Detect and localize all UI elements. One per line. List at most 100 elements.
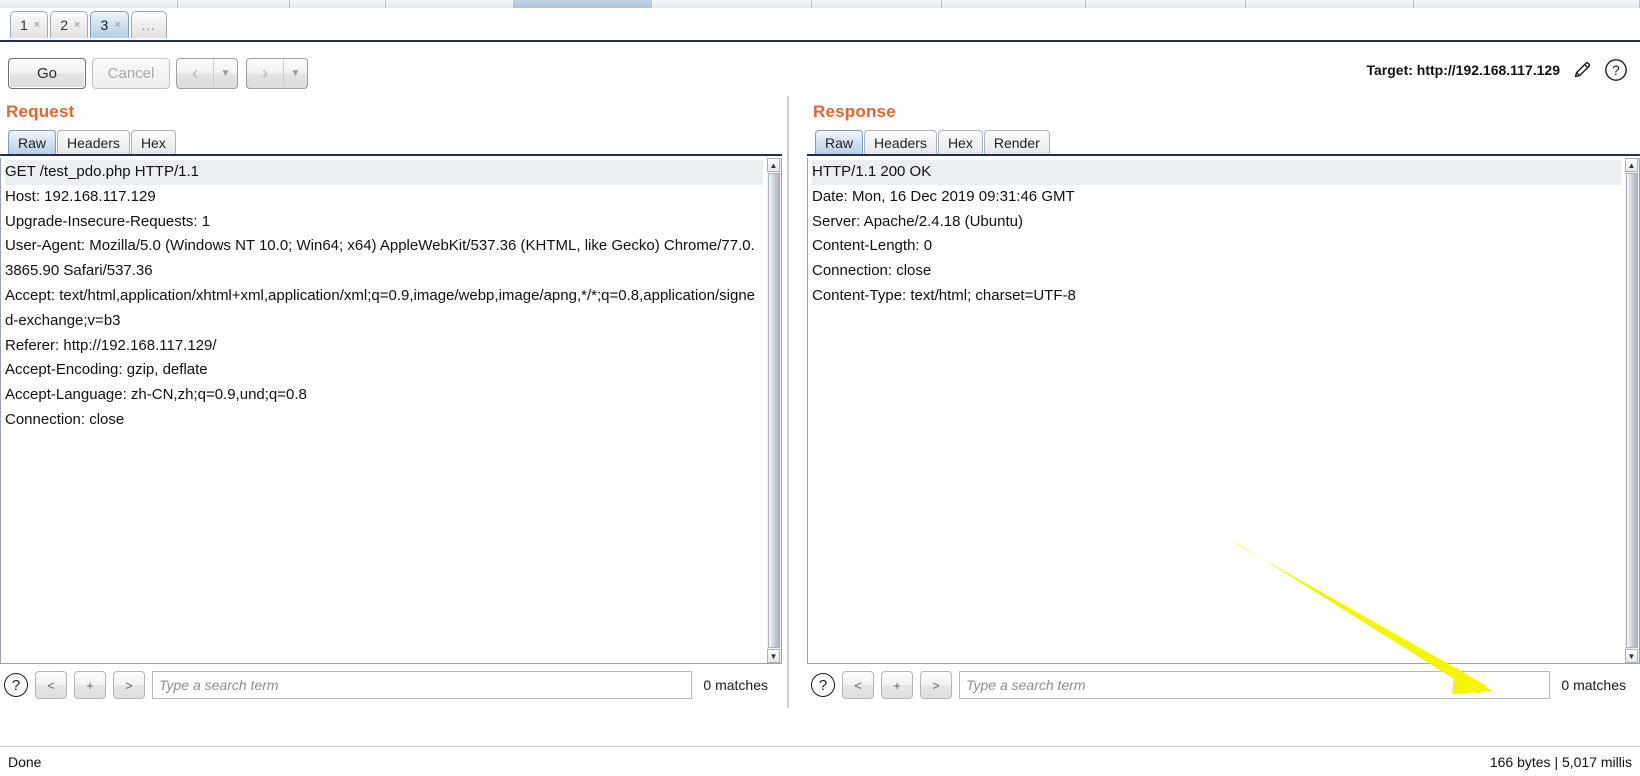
request-editor[interactable]: GET /test_pdo.php HTTP/1.1 Host: 192.168.… [0,158,768,664]
close-icon[interactable]: × [74,19,80,31]
scroll-up-icon[interactable]: ▲ [767,158,780,172]
main-tab-stub[interactable] [1414,0,1640,8]
main-tab-stub[interactable] [652,0,812,8]
repeater-toolbar: Go Cancel ‹ ▼ › ▼ Target: http://192.168… [0,44,1640,96]
response-tab-render[interactable]: Render [983,130,1050,155]
response-editor[interactable]: HTTP/1.1 200 OK Date: Mon, 16 Dec 2019 09… [807,158,1626,664]
scroll-down-icon[interactable]: ▼ [767,649,780,663]
main-tab-stub[interactable] [290,0,386,8]
request-editor-text[interactable]: GET /test_pdo.php HTTP/1.1 Host: 192.168.… [1,158,767,663]
request-pane: Request Raw Headers Hex GET /test_pdo.php … [0,96,782,708]
scroll-up-icon-2[interactable]: ▲ [1625,158,1638,172]
forward-button[interactable]: › ▼ [246,58,308,89]
response-tab-headers[interactable]: Headers [864,130,937,155]
request-scroll-thumb[interactable] [768,173,780,648]
scroll-down-icon-2[interactable]: ▼ [1625,649,1638,663]
request-tab-label: Headers [67,135,120,151]
response-find-matches: 0 matches [1561,677,1626,693]
response-pane: Response Raw Headers Hex Render HTTP/1.1 20… [795,96,1640,708]
response-find-bar: ? < + > 0 matches [811,670,1626,700]
response-tab-label: Raw [825,135,854,151]
main-tab-stub[interactable] [1086,0,1246,8]
request-find-next-button[interactable]: > [113,671,145,699]
request-find-add-button[interactable]: + [74,671,106,699]
request-tab-headers[interactable]: Headers [57,130,130,155]
response-tab-label: Render [993,135,1040,151]
response-line: Server: Apache/2.4.18 (Ubuntu) [812,212,1023,230]
response-editor-text[interactable]: HTTP/1.1 200 OK Date: Mon, 16 Dec 2019 09… [808,158,1625,663]
request-line: Accept: text/html,application/xhtml+xml,… [5,286,756,329]
request-find-matches: 0 matches [703,677,768,693]
response-metrics: 166 bytes | 5,017 millis [1489,753,1632,770]
request-find-bar: ? < + > 0 matches [4,670,768,700]
cancel-button[interactable]: Cancel [92,58,170,89]
request-line: GET /test_pdo.php HTTP/1.1 [5,160,763,185]
repeater-tab-label: 1 [20,17,28,33]
response-tab-hex[interactable]: Hex [937,130,983,155]
request-line: Connection: close [5,410,125,428]
response-pane-title: Response [813,102,896,121]
repeater-tab-overflow[interactable]: ... [130,11,167,38]
main-tab-stub[interactable] [514,0,652,8]
request-find-help-icon[interactable]: ? [4,673,28,697]
response-subtab-underline [807,154,1640,156]
pencil-icon[interactable] [1570,58,1594,82]
response-find-prev-button[interactable]: < [842,671,874,699]
main-tab-stub[interactable] [1246,0,1414,8]
response-line: Date: Mon, 16 Dec 2019 09:31:46 GMT [812,187,1075,205]
response-tab-raw[interactable]: Raw [815,130,864,155]
go-button-label: Go [36,65,57,82]
request-tab-hex[interactable]: Hex [130,130,176,155]
response-line: Content-Length: 0 [812,237,933,255]
pane-splitter[interactable] [784,96,793,708]
response-scroll-thumb[interactable] [1626,173,1638,648]
response-line: HTTP/1.1 200 OK [812,160,1621,185]
svg-text:?: ? [1612,62,1620,78]
request-line: Accept-Language: zh-CN,zh;q=0.9,und;q=0.… [5,386,307,404]
response-tab-label: Hex [947,135,973,151]
repeater-tab-1[interactable]: 1 × [10,11,49,38]
response-find-add-button[interactable]: + [881,671,913,699]
close-icon[interactable]: × [114,19,120,31]
repeater-tab-row: 1 × 2 × 3 ×... [0,8,1640,42]
request-subtabs[interactable]: Raw Headers Hex [8,130,177,155]
main-tab-stub[interactable] [812,0,942,8]
request-find-prev-button[interactable]: < [35,671,67,699]
status-text: Done [8,753,42,770]
repeater-tab-label: 3 [100,17,109,33]
response-find-next-button[interactable]: > [920,671,952,699]
main-tab-stub[interactable] [386,0,514,8]
response-find-help-icon[interactable]: ? [811,673,835,697]
response-search-input[interactable] [959,671,1551,699]
response-line: Connection: close [812,262,932,280]
request-scrollbar[interactable]: ▲ ▼ [767,158,782,664]
request-line: Host: 192.168.117.129 [5,187,156,205]
chevron-down-icon[interactable]: ▼ [213,59,237,88]
repeater-tab-2[interactable]: 2 × [50,11,89,38]
request-line: User-Agent: Mozilla/5.0 (Windows NT 10.0… [5,237,755,280]
response-scrollbar[interactable]: ▲ ▼ [1625,158,1640,664]
main-tab-strip[interactable] [0,0,1640,8]
response-subtabs[interactable]: Raw Headers Hex Render [815,130,1051,155]
burp-repeater-window: 1 × 2 × 3 ×... Go Cancel ‹ ▼ › ▼ Target: http… [0,0,1640,776]
main-tab-stub[interactable] [942,0,1086,8]
request-line: Referer: http://192.168.117.129/ [5,336,217,354]
chevron-down-icon-2[interactable]: ▼ [283,59,307,88]
response-line: Content-Type: text/html; charset=UTF-8 [812,286,1076,304]
main-tab-stub[interactable] [178,0,290,8]
request-tab-label: Raw [18,135,47,151]
help-icon[interactable]: ? [1604,58,1628,82]
request-pane-title: Request [6,102,75,121]
back-button[interactable]: ‹ ▼ [176,58,238,89]
close-icon[interactable]: × [34,19,40,31]
main-tab-stub[interactable] [0,0,178,8]
repeater-tab-list[interactable]: 1 × 2 × 3 ×... [10,11,169,38]
target-area: Target: http://192.168.117.129 ? [1367,58,1629,82]
chevron-right-icon: › [262,63,268,83]
response-tab-label: Headers [874,135,927,151]
repeater-tab-3[interactable]: 3 × [90,11,129,38]
go-button[interactable]: Go [8,58,86,89]
request-search-input[interactable] [152,671,693,699]
request-tab-raw[interactable]: Raw [8,130,57,155]
repeater-tab-label: 2 [60,17,69,33]
